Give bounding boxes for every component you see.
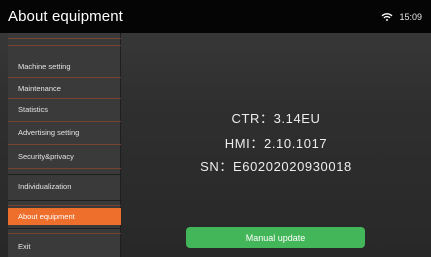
sidebar-item-label: Statistics [18, 105, 49, 114]
sidebar-item-maintenance[interactable]: Maintenance [8, 78, 121, 98]
sidebar-item-individualization[interactable]: Individualization [8, 175, 121, 198]
sidebar-item-statistics[interactable]: Statistics [8, 99, 121, 120]
sidebar-item-security-privacy[interactable]: Security&privacy [8, 145, 121, 167]
sidebar-item-advertising-setting[interactable]: Advertising setting [8, 122, 121, 143]
wifi-icon [381, 12, 393, 22]
sidebar-item-machine-setting[interactable]: Machine setting [8, 55, 121, 77]
serial-number: SN：E60202020930018 [200, 159, 352, 174]
status-area: 15:09 [381, 12, 422, 22]
sidebar-item-label: About equipment [18, 212, 75, 221]
ctr-version: CTR：3.14EU [231, 111, 321, 126]
sidebar-divider [8, 228, 121, 229]
top-bar: About equipment 15:09 [0, 0, 431, 33]
page-title: About equipment [8, 8, 123, 25]
sidebar-item-about-equipment[interactable]: About equipment [8, 208, 121, 225]
hmi-version: HMI：2.10.1017 [224, 136, 328, 151]
clock: 15:09 [399, 11, 422, 22]
sidebar-divider [8, 38, 121, 39]
screen: About equipment 15:09 Machine setting Ma… [0, 0, 431, 257]
sidebar-divider [8, 205, 121, 206]
sidebar-item-label: Machine setting [18, 61, 71, 71]
sidebar-item-label: Advertising setting [18, 128, 80, 137]
sidebar-item-label: Maintenance [18, 83, 61, 93]
manual-update-button[interactable]: Manual update [186, 227, 365, 248]
sidebar: Machine setting Maintenance Statistics A… [8, 33, 121, 257]
sidebar-divider [8, 45, 121, 46]
sidebar-divider [8, 168, 121, 169]
sidebar-item-label: Exit [18, 242, 31, 251]
sidebar-item-label: Individualization [18, 182, 72, 191]
sidebar-divider [8, 200, 121, 201]
sidebar-item-exit[interactable]: Exit [8, 236, 121, 257]
sidebar-item-label: Security&privacy [18, 151, 74, 161]
sidebar-divider [8, 233, 121, 234]
